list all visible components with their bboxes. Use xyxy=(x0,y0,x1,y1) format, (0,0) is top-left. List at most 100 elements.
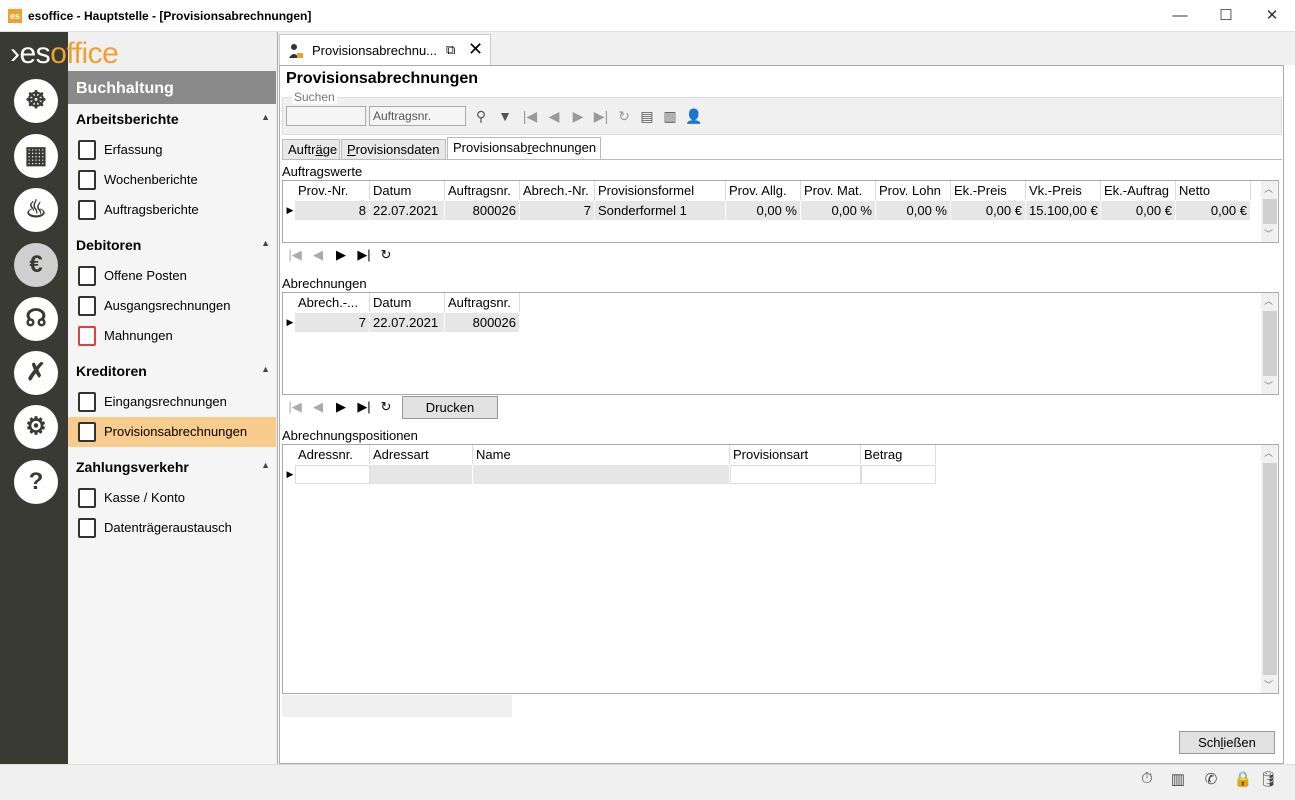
search-icon[interactable]: ⚲ xyxy=(472,107,490,125)
search-field-select[interactable]: Auftragsnr. xyxy=(369,106,466,126)
scroll-down-icon[interactable]: ﹀ xyxy=(1264,227,1273,240)
nav-item-eingangsrechnungen[interactable]: Eingangsrechnungen xyxy=(68,387,276,417)
collapse-chevron-icon[interactable]: ▲ xyxy=(261,364,270,374)
grid-cell[interactable] xyxy=(861,465,936,484)
last-record-icon[interactable]: ▶| xyxy=(592,107,610,125)
grid-cell[interactable]: 15.100,00 € xyxy=(1026,201,1101,220)
grid-column-header[interactable]: Abrech.-Nr. xyxy=(520,181,595,200)
grid-cell[interactable]: 7 xyxy=(295,313,370,332)
grid-column-header[interactable]: Ek.-Auftrag xyxy=(1101,181,1176,200)
lock-icon[interactable]: 🔒 xyxy=(1233,770,1253,790)
print-button[interactable]: Drucken xyxy=(402,396,498,419)
grid-column-header[interactable]: Ek.-Preis xyxy=(951,181,1026,200)
grid-cell[interactable]: 0,00 % xyxy=(876,201,951,220)
grid-column-header[interactable]: Prov. Mat. xyxy=(801,181,876,200)
grid-column-header[interactable]: Auftragsnr. xyxy=(445,181,520,200)
grid-cell[interactable]: 22.07.2021 xyxy=(370,201,445,220)
refresh-icon[interactable]: ↻ xyxy=(615,107,633,125)
previous-record-icon[interactable]: ◀ xyxy=(308,397,328,417)
help-icon[interactable]: ? xyxy=(14,460,58,504)
last-record-icon[interactable]: ▶| xyxy=(354,397,374,417)
planner-icon[interactable]: ▦ xyxy=(14,134,58,178)
popout-icon[interactable]: ⧉ xyxy=(446,42,455,58)
refresh-icon[interactable]: ↻ xyxy=(376,397,396,417)
nav-item-kasse-konto[interactable]: Kasse / Konto xyxy=(68,483,276,513)
grid-cell[interactable] xyxy=(473,465,730,484)
person-icon[interactable]: 👤 xyxy=(685,107,703,125)
scroll-down-icon[interactable]: ﹀ xyxy=(1264,379,1273,392)
maximize-button[interactable]: ☐ xyxy=(1203,0,1249,32)
stopwatch-icon[interactable]: ⏱ xyxy=(1137,770,1157,790)
siren-icon[interactable]: ♨ xyxy=(14,188,58,232)
nav-section-header[interactable]: Arbeitsberichte ▲ xyxy=(68,104,276,134)
nav-item-offene-posten[interactable]: Offene Posten xyxy=(68,261,276,291)
filter-icon[interactable]: ▼ xyxy=(496,107,514,125)
first-record-icon[interactable]: |◀ xyxy=(285,397,305,417)
collapse-chevron-icon[interactable]: ▲ xyxy=(261,460,270,470)
nav-item-erfassung[interactable]: Erfassung xyxy=(68,135,276,165)
previous-record-icon[interactable]: ◀ xyxy=(308,245,328,265)
grid-column-header[interactable]: Provisionsart xyxy=(730,445,861,464)
headset-icon[interactable]: ☊ xyxy=(14,297,58,341)
grid-cell[interactable]: 7 xyxy=(520,201,595,220)
next-record-icon[interactable]: ▶ xyxy=(331,245,351,265)
ship-wheel-icon[interactable]: ☸ xyxy=(14,79,58,123)
tab-auftraege[interactable]: Aufträge xyxy=(282,139,340,159)
collapse-chevron-icon[interactable]: ▲ xyxy=(261,238,270,248)
tab-provisionsabrechnungen[interactable]: Provisionsabrechnungen xyxy=(447,137,601,159)
scroll-down-icon[interactable]: ﹀ xyxy=(1264,678,1273,691)
grid-cell[interactable]: 0,00 € xyxy=(1101,201,1176,220)
building-icon[interactable]: ▥ xyxy=(1168,770,1188,790)
refresh-icon[interactable]: ↻ xyxy=(376,245,396,265)
close-window-button[interactable]: ✕ xyxy=(1249,0,1295,32)
table-export-icon[interactable]: ▤ xyxy=(638,107,656,125)
previous-record-icon[interactable]: ◀ xyxy=(545,107,563,125)
grid-column-header[interactable]: Auftragsnr. xyxy=(445,293,520,312)
grid-column-header[interactable]: Datum xyxy=(370,181,445,200)
grid-column-header[interactable]: Adressart xyxy=(370,445,473,464)
nav-item-wochenberichte[interactable]: Wochenberichte xyxy=(68,165,276,195)
nav-section-header[interactable]: Kreditoren ▲ xyxy=(68,356,276,386)
minimize-button[interactable]: — xyxy=(1157,0,1203,32)
nav-section-header[interactable]: Zahlungsverkehr ▲ xyxy=(68,452,276,482)
positionen-scrollbar[interactable]: ︿ ﹀ xyxy=(1261,445,1277,693)
nav-item-datentraegeraustausch[interactable]: Datenträgeraustausch xyxy=(68,513,276,543)
grid-column-header[interactable]: Adressnr. xyxy=(295,445,370,464)
grid-column-header[interactable]: Provisionsformel xyxy=(595,181,726,200)
search-input[interactable] xyxy=(286,106,366,126)
last-record-icon[interactable]: ▶| xyxy=(354,245,374,265)
grid-column-header[interactable]: Prov.-Nr. xyxy=(295,181,370,200)
grid-cell[interactable]: 800026 xyxy=(445,313,520,332)
grid-column-header[interactable]: Vk.-Preis xyxy=(1026,181,1101,200)
tab-provisionsdaten[interactable]: Provisionsdaten xyxy=(341,139,446,159)
grid-column-header[interactable]: Prov. Lohn xyxy=(876,181,951,200)
scroll-up-icon[interactable]: ︿ xyxy=(1264,182,1273,195)
grid-column-header[interactable]: Abrech.-... xyxy=(295,293,370,312)
grid-cell[interactable]: Sonderformel 1 xyxy=(595,201,726,220)
phone-icon[interactable]: ✆ xyxy=(1201,770,1221,790)
grid-column-header[interactable]: Betrag xyxy=(861,445,936,464)
next-record-icon[interactable]: ▶ xyxy=(331,397,351,417)
grid-cell[interactable]: 22.07.2021 xyxy=(370,313,445,332)
scroll-up-icon[interactable]: ︿ xyxy=(1264,446,1273,459)
grid-column-header[interactable]: Netto xyxy=(1176,181,1251,200)
copy-records-icon[interactable]: ▥ xyxy=(661,107,679,125)
grid-column-header[interactable]: Prov. Allg. xyxy=(726,181,801,200)
grid-cell[interactable]: 0,00 € xyxy=(1176,201,1251,220)
first-record-icon[interactable]: |◀ xyxy=(285,245,305,265)
grid-cell[interactable] xyxy=(730,465,861,484)
scroll-thumb[interactable] xyxy=(1263,199,1277,224)
scroll-thumb[interactable] xyxy=(1263,311,1277,376)
nav-section-header[interactable]: Debitoren ▲ xyxy=(68,230,276,260)
nav-item-auftragsberichte[interactable]: Auftragsberichte xyxy=(68,195,276,225)
grid-cell[interactable]: 800026 xyxy=(445,201,520,220)
grid-cell[interactable]: 0,00 € xyxy=(951,201,1026,220)
money-icon[interactable]: € xyxy=(14,243,58,287)
close-button[interactable]: Schließen xyxy=(1179,731,1275,754)
nav-item-ausgangsrechnungen[interactable]: Ausgangsrechnungen xyxy=(68,291,276,321)
grid-column-header[interactable]: Datum xyxy=(370,293,445,312)
next-record-icon[interactable]: ▶ xyxy=(569,107,587,125)
database-icon[interactable]: 🛢 xyxy=(1258,770,1278,790)
grid-cell[interactable]: 8 xyxy=(295,201,370,220)
auftragswerte-scrollbar[interactable]: ︿ ﹀ xyxy=(1261,181,1277,242)
